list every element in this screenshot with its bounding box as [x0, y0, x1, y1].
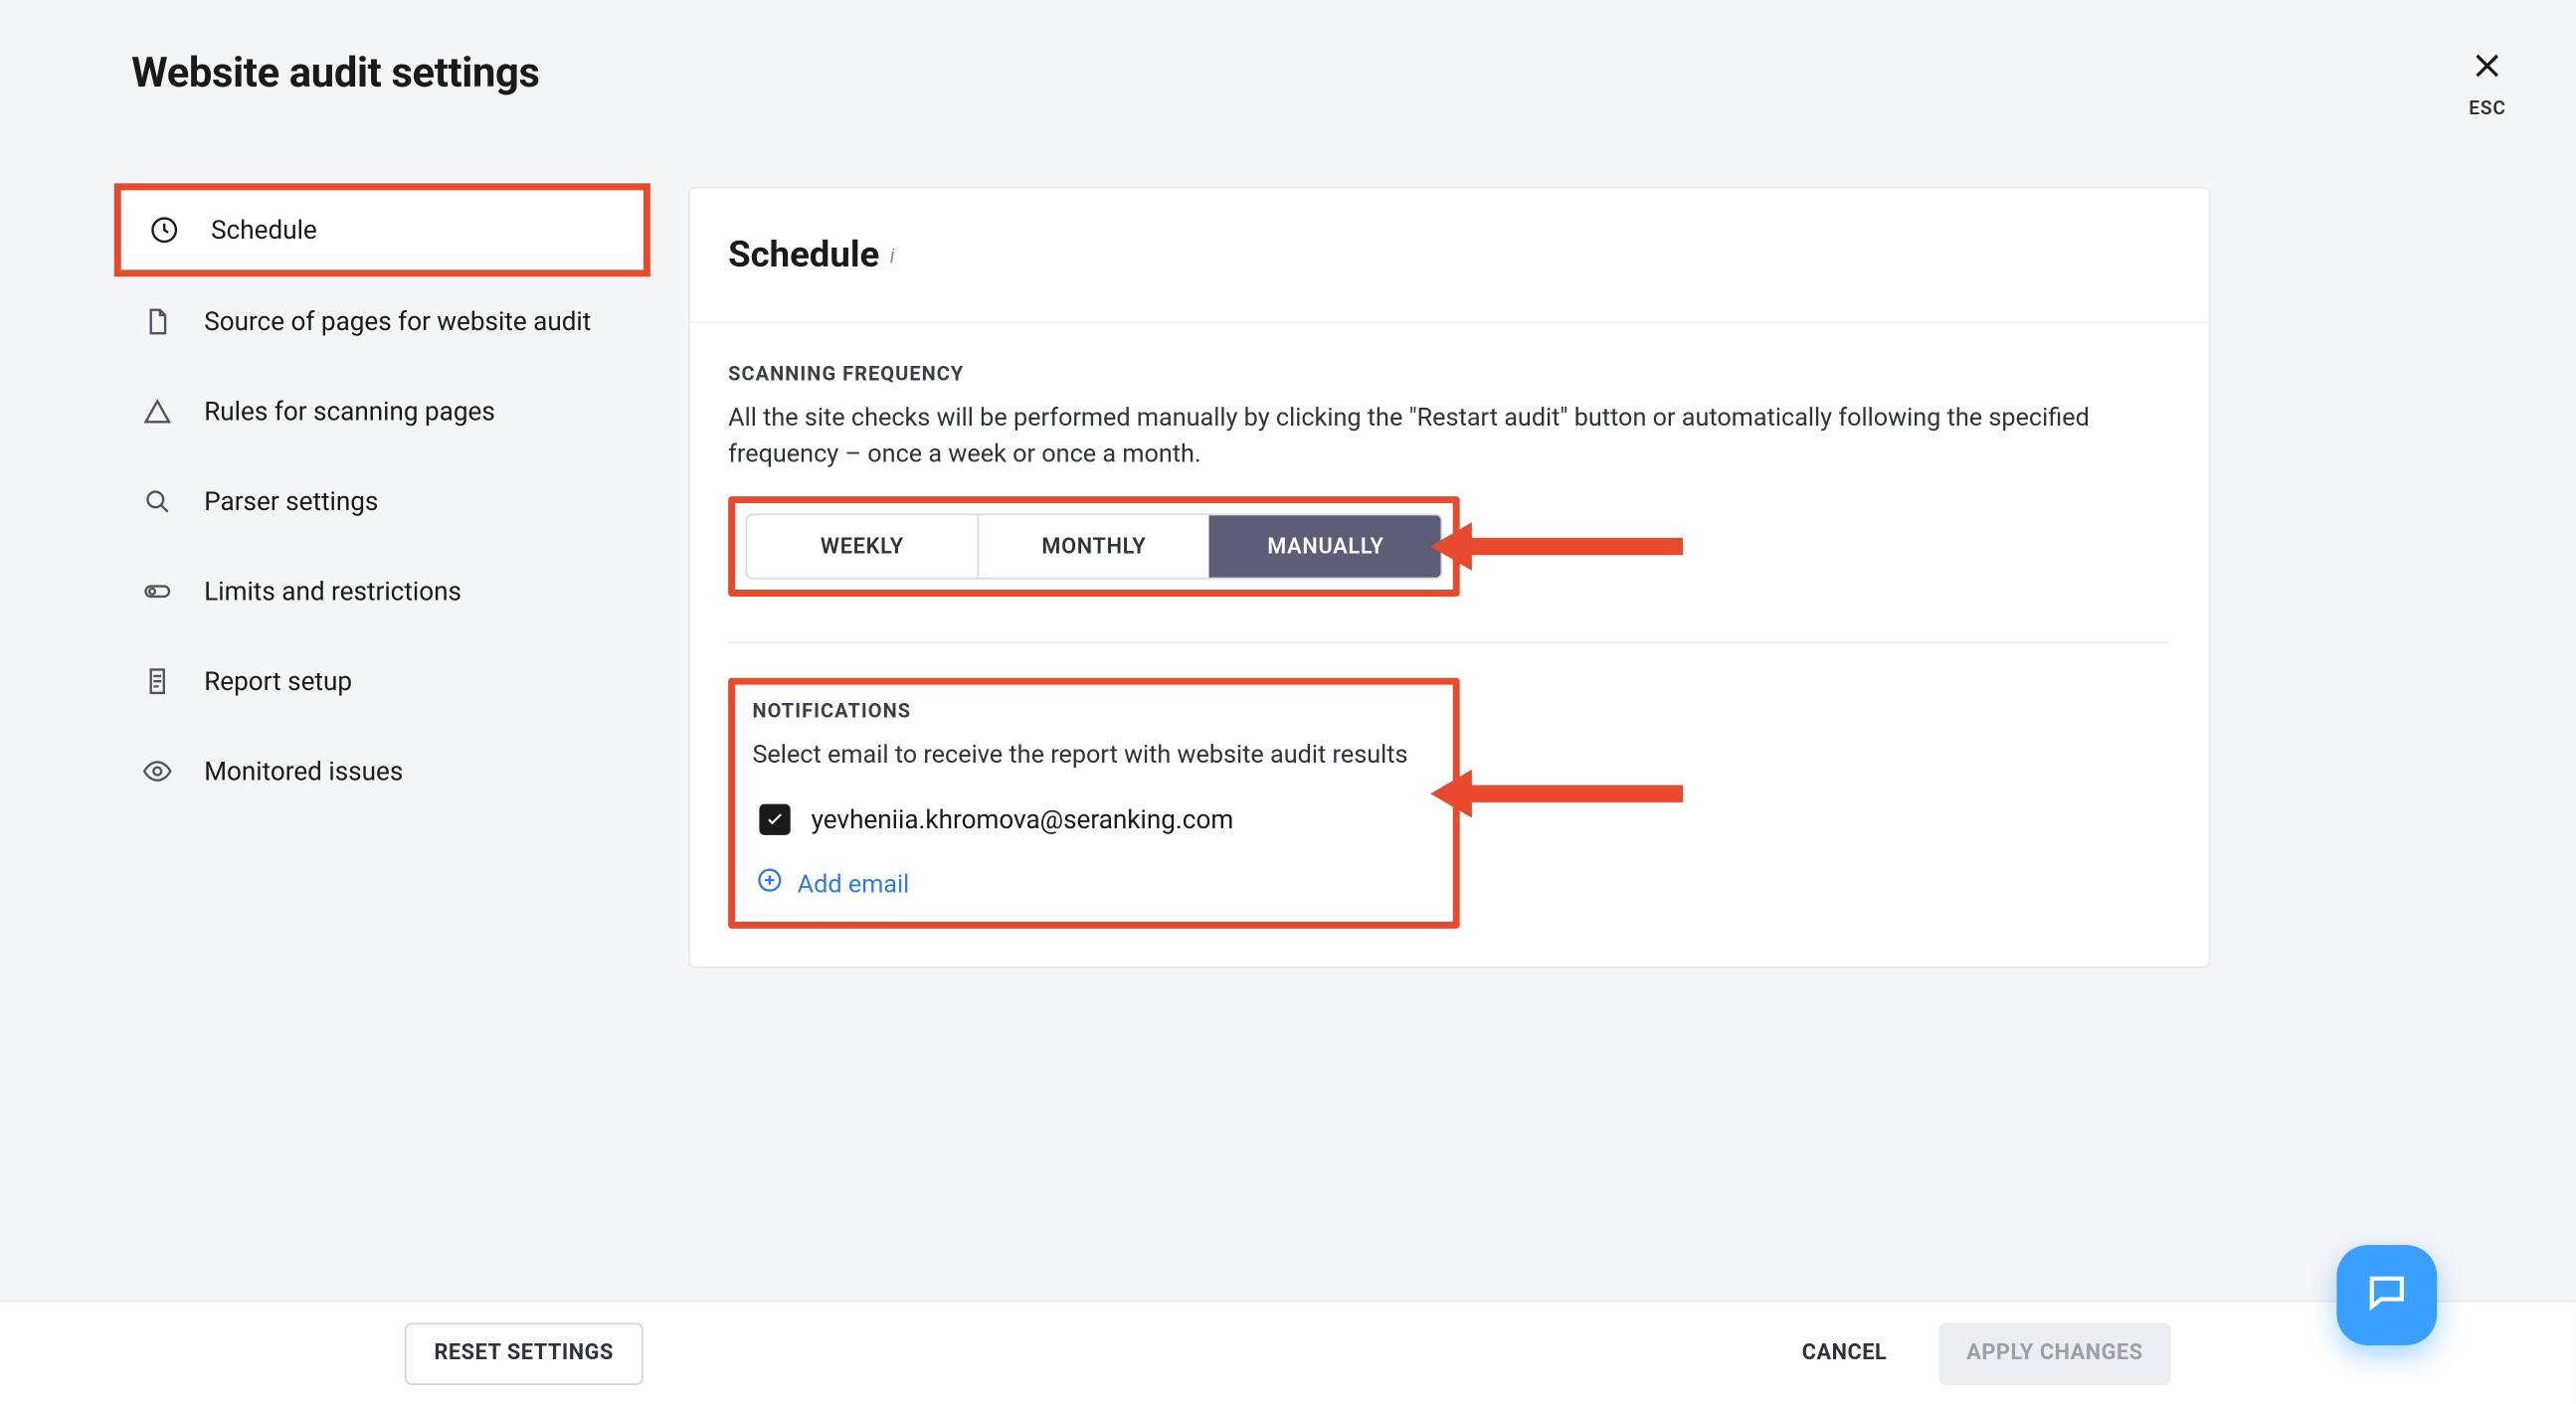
close-button[interactable]: ESC: [2469, 49, 2506, 119]
schedule-panel: Schedule i SCANNING FREQUENCY All the si…: [688, 187, 2210, 968]
close-esc-label: ESC: [2469, 96, 2506, 119]
triangle-icon: [142, 396, 173, 427]
add-email-button[interactable]: Add email: [752, 866, 1435, 901]
info-icon[interactable]: i: [890, 243, 895, 266]
sidebar-item-schedule[interactable]: Schedule: [114, 183, 650, 276]
sidebar-item-source[interactable]: Source of pages for website audit: [114, 276, 650, 366]
settings-sidebar: Schedule Source of pages for website aud…: [114, 183, 650, 815]
sidebar-item-label: Parser settings: [204, 486, 378, 517]
sidebar-item-rules[interactable]: Rules for scanning pages: [114, 367, 650, 456]
sidebar-item-label: Rules for scanning pages: [204, 396, 495, 427]
scanning-frequency-desc: All the site checks will be performed ma…: [728, 400, 2146, 472]
sidebar-item-monitored[interactable]: Monitored issues: [114, 726, 650, 815]
sidebar-item-parser[interactable]: Parser settings: [114, 456, 650, 546]
sidebar-item-limits[interactable]: Limits and restrictions: [114, 547, 650, 636]
eye-icon: [142, 756, 173, 787]
chat-fab[interactable]: [2336, 1245, 2437, 1345]
document-icon: [142, 666, 173, 697]
notification-email-row: yevheniia.khromova@seranking.com: [752, 804, 1435, 835]
plus-circle-icon: [756, 866, 784, 901]
frequency-option-weekly[interactable]: WEEKLY: [747, 515, 977, 578]
sidebar-item-label: Monitored issues: [204, 756, 403, 787]
add-email-label: Add email: [798, 869, 910, 899]
panel-title: Schedule: [728, 235, 879, 276]
sidebar-item-label: Schedule: [211, 215, 317, 246]
frequency-option-manually[interactable]: MANUALLY: [1209, 515, 1441, 578]
annotation-arrow: [1458, 522, 1683, 567]
toggle-icon: [142, 576, 173, 607]
reset-settings-button[interactable]: RESET SETTINGS: [405, 1321, 644, 1384]
footer-bar: RESET SETTINGS CANCEL APPLY CHANGES: [0, 1301, 2575, 1404]
frequency-option-monthly[interactable]: MONTHLY: [978, 515, 1209, 578]
frequency-segmented-control: WEEKLY MONTHLY MANUALLY: [746, 514, 1443, 580]
cancel-button[interactable]: CANCEL: [1774, 1321, 1915, 1384]
sidebar-item-report[interactable]: Report setup: [114, 636, 650, 726]
email-checkbox[interactable]: [759, 804, 790, 835]
scanning-frequency-label: SCANNING FREQUENCY: [728, 361, 2170, 385]
sidebar-item-label: Source of pages for website audit: [204, 306, 591, 337]
annotation-arrow: [1458, 770, 1683, 814]
chat-icon: [2364, 1269, 2409, 1320]
notifications-highlight-box: NOTIFICATIONS Select email to receive th…: [728, 678, 1460, 929]
notification-email-address: yevheniia.khromova@seranking.com: [812, 804, 1234, 835]
magnify-icon: [142, 486, 173, 517]
apply-changes-button: APPLY CHANGES: [1938, 1321, 2170, 1384]
sidebar-item-label: Report setup: [204, 666, 352, 697]
notifications-desc: Select email to receive the report with …: [752, 737, 1435, 774]
section-divider: [728, 641, 2170, 643]
close-icon: [2471, 49, 2505, 90]
file-icon: [142, 306, 173, 337]
page-title: Website audit settings: [131, 49, 539, 97]
sidebar-item-label: Limits and restrictions: [204, 576, 461, 607]
frequency-highlight-box: WEEKLY MONTHLY MANUALLY: [728, 496, 1460, 597]
clock-icon: [149, 215, 180, 246]
notifications-label: NOTIFICATIONS: [752, 699, 1435, 723]
